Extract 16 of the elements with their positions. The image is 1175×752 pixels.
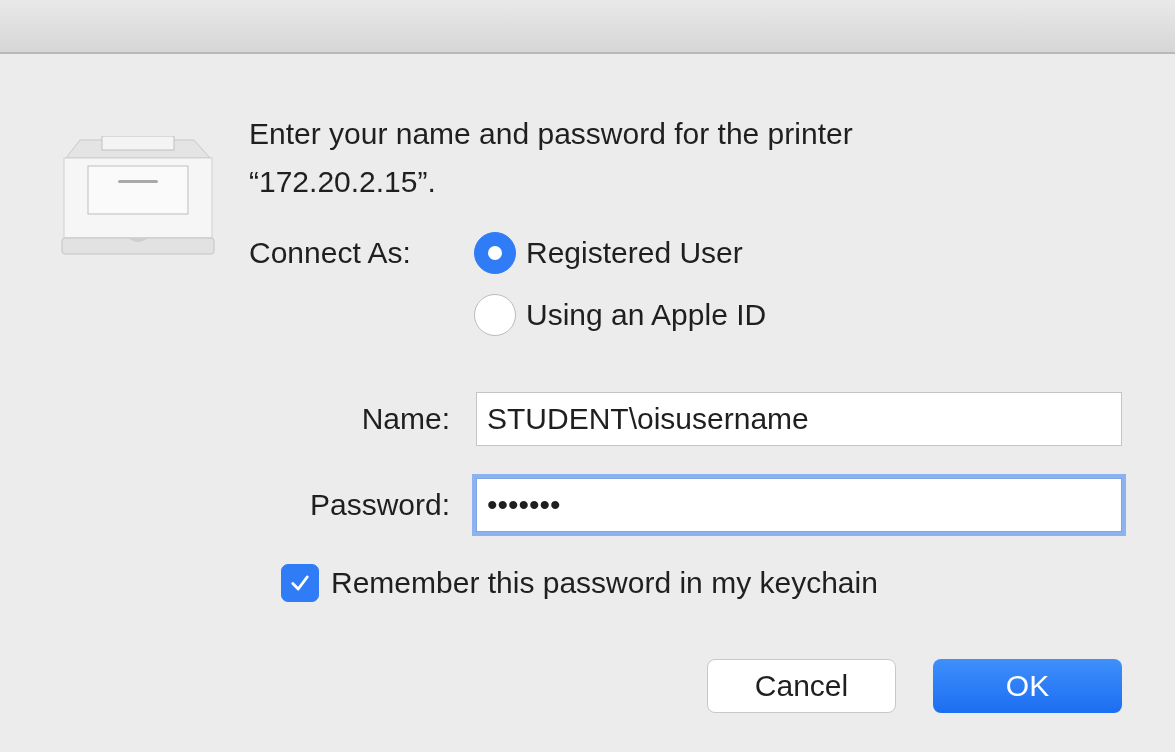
field-label: Password: [309,488,450,522]
input-field[interactable]: ••••••• [476,478,1122,532]
connect-as-label: Connect As: [249,235,412,271]
printer-icon [58,136,218,258]
checkbox[interactable] [281,564,319,602]
radio-label: Registered User [526,236,743,270]
message-text: Enter your name and password for the printer [249,116,853,152]
checkbox-label: Remember this password in my keychain [331,566,878,600]
input-field[interactable]: STUDENT\oisusername [476,392,1122,446]
radio-button[interactable] [474,232,516,274]
cancel-button[interactable]: Cancel [707,659,896,713]
radio-label: Using an Apple ID [526,298,767,332]
radio-button[interactable] [474,294,516,336]
field-label: Name: [361,402,450,436]
message-text: “172.20.2.15”. [249,164,436,200]
ok-button[interactable]: OK [933,659,1122,713]
